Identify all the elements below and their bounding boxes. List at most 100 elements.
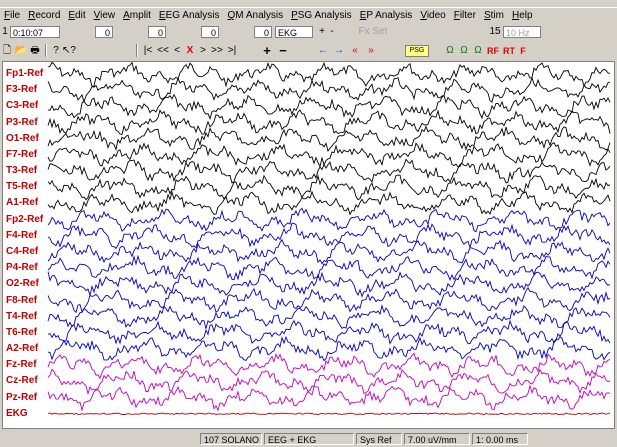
menu-item-ep-analysis[interactable]: EP Analysis: [356, 8, 417, 23]
channel-trace: [47, 93, 611, 120]
channel-label[interactable]: Fp2-Ref: [6, 214, 43, 225]
channel-label[interactable]: T5-Ref: [6, 181, 37, 192]
menu-item-amplit[interactable]: Amplit: [119, 8, 155, 23]
toolbar-top: 1 0:10:07 0 0 0 0 EKG + - Fx Set 15 10 H…: [0, 24, 617, 40]
montage-2-icon[interactable]: Ω: [457, 44, 471, 58]
flag-f-button[interactable]: F: [517, 44, 529, 58]
channel-trace: [47, 412, 611, 416]
arrow-right-icon[interactable]: →: [331, 44, 347, 58]
channel-trace: [47, 174, 611, 201]
psg-button[interactable]: PSG: [405, 44, 429, 57]
separator: [136, 44, 138, 57]
field-3[interactable]: 0: [201, 26, 219, 38]
menu-item-edit[interactable]: Edit: [64, 8, 89, 23]
menu-item-video[interactable]: Video: [416, 8, 449, 23]
channel-trace: [47, 254, 611, 281]
channel-add-button[interactable]: +: [317, 25, 327, 39]
channel-trace: [47, 109, 611, 136]
channel-label[interactable]: T4-Ref: [6, 311, 37, 322]
menu-bar: File Record Edit View Amplit EEG Analysis QM A…: [0, 8, 617, 23]
channel-trace: [47, 222, 611, 250]
channel-label[interactable]: C4-Ref: [6, 246, 38, 257]
field-2[interactable]: 0: [148, 26, 166, 38]
channel-label[interactable]: C3-Ref: [6, 100, 38, 111]
print-icon[interactable]: 🖶: [28, 44, 42, 58]
nav-first-button[interactable]: |<: [141, 44, 155, 58]
status-cursor-time: 1: 0.00 ms: [472, 433, 528, 445]
nav-back-button[interactable]: <: [171, 44, 183, 58]
channel-trace: [47, 62, 611, 88]
nav-fast-forward-button[interactable]: >>: [209, 44, 225, 58]
channel-label[interactable]: Fp1-Ref: [6, 68, 43, 79]
channel-label[interactable]: T6-Ref: [6, 327, 37, 338]
channel-label[interactable]: F4-Ref: [6, 230, 37, 241]
montage-3-icon[interactable]: Ω: [471, 44, 485, 58]
double-arrow-left-icon[interactable]: «: [347, 44, 363, 58]
channel-remove-button[interactable]: -: [327, 25, 337, 39]
flag-rt-button[interactable]: RT: [501, 44, 517, 58]
nav-fast-back-button[interactable]: <<: [155, 44, 171, 58]
channel-trace: [47, 319, 611, 345]
stop-button[interactable]: X: [183, 44, 197, 58]
status-reference: Sys Ref: [356, 433, 402, 445]
channel-select[interactable]: EKG: [275, 26, 313, 38]
menu-item-record[interactable]: Record: [24, 8, 64, 23]
channel-label[interactable]: Cz-Ref: [6, 375, 38, 386]
channel-label[interactable]: F3-Ref: [6, 84, 37, 95]
channel-label[interactable]: P4-Ref: [6, 262, 38, 273]
channel-trace: [47, 76, 611, 104]
menu-item-help[interactable]: Help: [508, 8, 537, 23]
channel-label[interactable]: EKG: [6, 408, 28, 419]
channel-label[interactable]: A1-Ref: [6, 197, 38, 208]
flag-rf-button[interactable]: RF: [485, 44, 501, 58]
channel-trace: [47, 352, 611, 380]
help-icon[interactable]: ?: [50, 44, 62, 58]
index-label: 1: [2, 26, 8, 37]
field-4[interactable]: 0: [254, 26, 272, 38]
channel-label[interactable]: O2-Ref: [6, 278, 39, 289]
menu-item-psg-analysis[interactable]: PSG Analysis: [287, 8, 356, 23]
channel-label[interactable]: A2-Ref: [6, 343, 38, 354]
time-field[interactable]: 0:10:07: [10, 26, 60, 38]
channel-label[interactable]: F7-Ref: [6, 149, 37, 160]
channel-trace: [47, 287, 611, 314]
channel-trace: [47, 303, 611, 330]
menu-item-view[interactable]: View: [90, 8, 120, 23]
window-title-bar: [0, 0, 617, 8]
double-arrow-right-icon[interactable]: »: [363, 44, 379, 58]
open-folder-icon[interactable]: 📂: [14, 44, 28, 58]
montage-1-icon[interactable]: Ω: [443, 44, 457, 58]
nav-forward-button[interactable]: >: [197, 44, 209, 58]
channel-label[interactable]: Fz-Ref: [6, 359, 37, 370]
menu-item-qm-analysis[interactable]: QM Analysis: [224, 8, 288, 23]
frequency-select[interactable]: 10 Hz: [503, 26, 541, 38]
gain-decrease-button[interactable]: −: [275, 43, 291, 58]
speed-number: 15: [489, 26, 501, 37]
status-bar: 107 SOLANO EEG + EKG Sys Ref 7.00 uV/mm …: [0, 431, 617, 447]
channel-trace: [47, 125, 611, 153]
status-patient: 107 SOLANO: [200, 433, 262, 445]
channel-label[interactable]: P3-Ref: [6, 117, 38, 128]
context-help-icon[interactable]: ↖?: [62, 44, 76, 58]
menu-item-filter[interactable]: Filter: [450, 8, 480, 23]
new-file-icon[interactable]: 🗋: [0, 44, 14, 58]
channel-label[interactable]: Pz-Ref: [6, 392, 37, 403]
menu-item-stim[interactable]: Stim: [480, 8, 508, 23]
menu-item-file[interactable]: File: [0, 8, 24, 23]
channel-trace: [47, 158, 611, 184]
channel-trace: [47, 335, 611, 362]
gain-increase-button[interactable]: +: [259, 43, 275, 58]
channel-trace: [47, 368, 611, 396]
fx-set-button[interactable]: Fx Set: [343, 25, 403, 39]
status-sensitivity: 7.00 uV/mm: [404, 433, 470, 445]
channel-trace: [47, 384, 611, 412]
channel-label[interactable]: O1-Ref: [6, 133, 39, 144]
eeg-trace-panel[interactable]: Fp1-Ref F3-Ref C3-Ref P3-Ref O1-Ref F7-Ref T3-…: [2, 61, 615, 429]
field-1[interactable]: 0: [95, 26, 113, 38]
channel-label[interactable]: F8-Ref: [6, 295, 37, 306]
channel-label[interactable]: T3-Ref: [6, 165, 37, 176]
menu-item-eeg-analysis[interactable]: EEG Analysis: [155, 8, 224, 23]
nav-last-button[interactable]: >|: [225, 44, 239, 58]
arrow-left-icon[interactable]: ←: [315, 44, 331, 58]
channel-trace: [47, 190, 611, 216]
